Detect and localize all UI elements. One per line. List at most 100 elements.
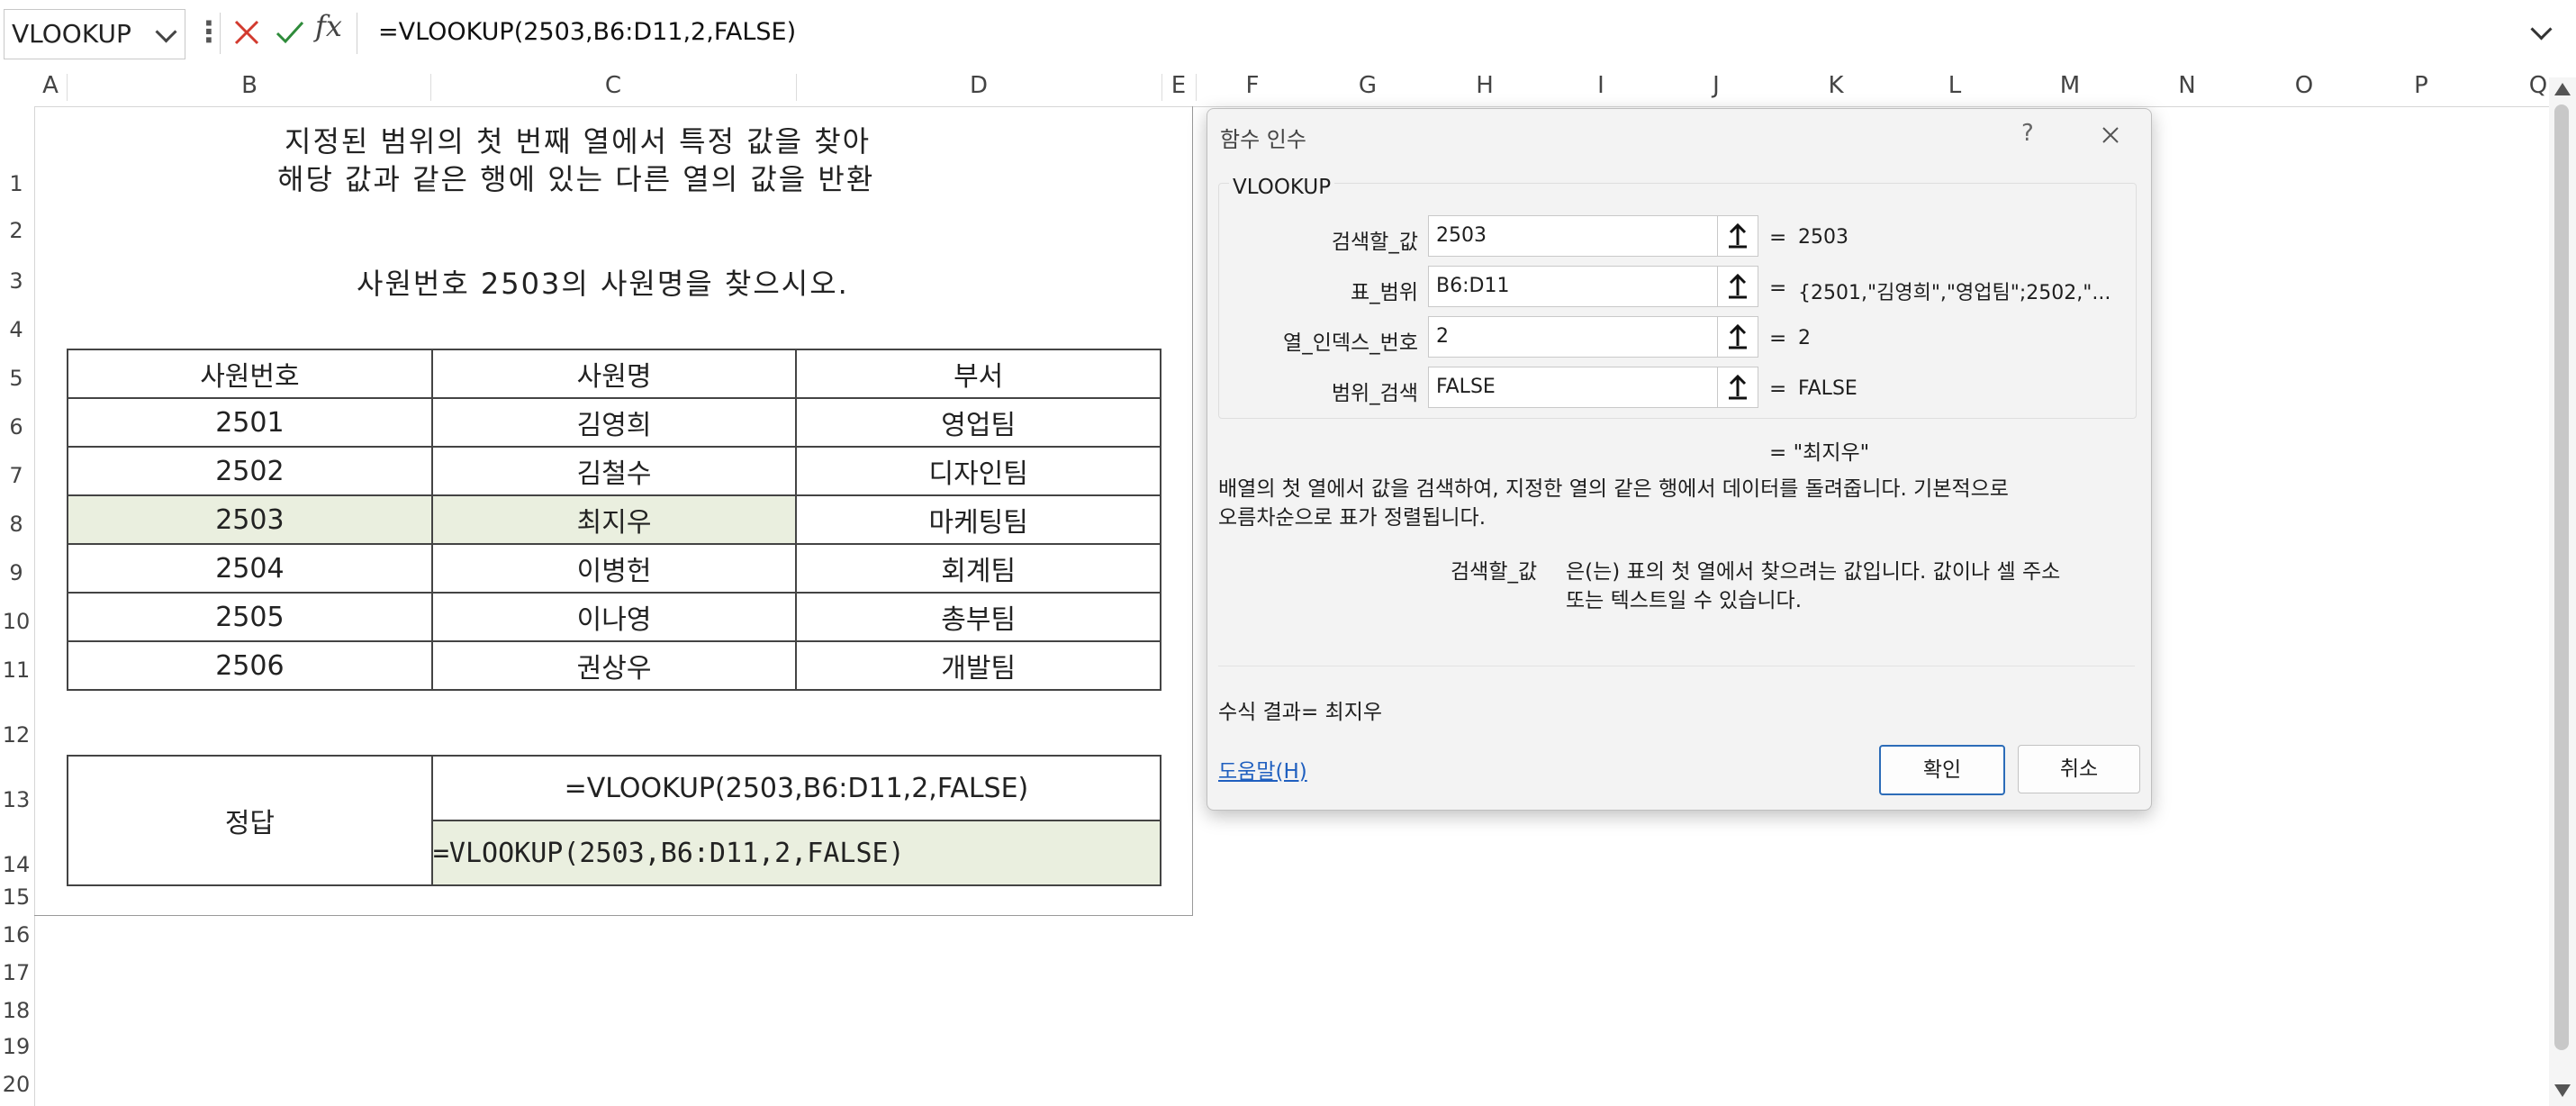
header-cell[interactable]: 사원명 [430,349,798,399]
dialog-title: 함수 인수 [1220,127,1306,152]
table-row: 2502 김철수 디자인팀 [67,446,1161,496]
column-header-e[interactable]: E [1165,72,1192,99]
row-header[interactable]: 6 [0,414,32,440]
column-header-l[interactable]: L [1941,72,1968,99]
table-cell[interactable]: 2502 [67,446,433,496]
column-header-o[interactable]: O [2291,72,2318,99]
row-header[interactable]: 15 [0,884,32,910]
header-cell[interactable]: 부서 [795,349,1161,399]
column-header-g[interactable]: G [1354,72,1381,99]
cancel-button[interactable]: 취소 [2018,745,2140,793]
table-cell[interactable]: 2504 [67,543,433,594]
expand-formula-bar-icon[interactable] [2530,18,2553,41]
row-header[interactable]: 16 [0,922,32,947]
chevron-down-icon[interactable] [155,21,177,43]
row-header[interactable]: 17 [0,960,32,985]
column-header-m[interactable]: M [2056,72,2083,99]
arg-label-range-lookup: 범위_검색 [1331,382,1418,405]
formula-input[interactable]: =VLOOKUP(2503,B6:D11,2,FALSE) [378,18,796,46]
table-header-row: 사원번호 사원명 부서 [67,349,1161,399]
row-header[interactable]: 9 [0,560,32,585]
column-header-b[interactable]: B [236,72,263,99]
arg-input-table-array[interactable]: B6:D11 [1428,266,1718,307]
column-header-a[interactable]: A [40,72,61,99]
help-icon[interactable]: ? [2021,120,2034,147]
table-cell[interactable]: 2501 [67,397,433,448]
row-header[interactable]: 10 [0,609,32,634]
table-cell[interactable]: 이나영 [430,592,798,642]
divider [430,74,431,101]
row-headers: 1 2 3 4 5 6 7 8 9 10 11 12 13 14 15 16 1… [0,106,35,1106]
table-cell[interactable]: 마케팅팀 [795,494,1161,545]
table-row-highlighted: 2503 최지우 마케팅팀 [67,494,1161,545]
check-icon[interactable] [272,14,308,50]
function-name: VLOOKUP [1229,176,1335,199]
table-cell[interactable]: 권상우 [430,640,798,691]
table-cell[interactable]: 김영희 [430,397,798,448]
table-cell[interactable]: 영업팀 [795,397,1161,448]
row-header[interactable]: 14 [0,852,32,877]
row-header[interactable]: 19 [0,1034,32,1059]
column-header-j[interactable]: J [1705,72,1727,99]
collapse-dialog-arrow-icon[interactable] [1717,367,1758,408]
active-cell-editing[interactable]: =VLOOKUP(2503,B6:D11,2,FALSE) [430,820,1162,886]
close-icon[interactable] [2095,120,2126,150]
column-header-q[interactable]: Q [2525,72,2552,99]
table-cell[interactable]: 2505 [67,592,433,642]
row-header[interactable]: 7 [0,463,32,488]
table-cell[interactable]: 2506 [67,640,433,691]
formula-bar: VLOOKUP ⋮ fx =VLOOKUP(2503,B6:D11,2,FALS… [0,0,2576,68]
arg-input-lookup-value[interactable]: 2503 [1428,215,1718,257]
row-header[interactable]: 2 [0,218,32,243]
column-header-f[interactable]: F [1239,72,1266,99]
table-cell[interactable]: 최지우 [430,494,798,545]
column-header-i[interactable]: I [1590,72,1612,99]
table-cell[interactable]: 김철수 [430,446,798,496]
column-header-c[interactable]: C [600,72,627,99]
help-link[interactable]: 도움말(H) [1218,754,1307,784]
table-cell[interactable]: 디자인팀 [795,446,1161,496]
ok-button[interactable]: 확인 [1879,745,2005,795]
row-header[interactable]: 12 [0,722,32,748]
table-cell[interactable]: 총부팀 [795,592,1161,642]
row-header[interactable]: 4 [0,317,32,342]
collapse-dialog-arrow-icon[interactable] [1717,215,1758,257]
table-cell[interactable]: 개발팀 [795,640,1161,691]
arg-input-col-index[interactable]: 2 [1428,316,1718,358]
row-header[interactable]: 18 [0,998,32,1023]
row-header[interactable]: 5 [0,366,32,391]
insert-function-icon[interactable]: fx [315,9,342,43]
arg-input-value: 2503 [1436,224,1487,247]
column-header-p[interactable]: P [2408,72,2435,99]
name-box[interactable]: VLOOKUP [4,9,185,59]
function-description-line-1: 배열의 첫 열에서 값을 검색하여, 지정한 열의 같은 행에서 데이터를 돌려… [1218,477,2009,501]
header-cell[interactable]: 사원번호 [67,349,433,399]
table-cell[interactable]: 2503 [67,494,433,545]
answer-formula-display[interactable]: =VLOOKUP(2503,B6:D11,2,FALSE) [430,755,1162,821]
scroll-down-icon[interactable] [2554,1084,2571,1097]
row-header[interactable]: 11 [0,657,32,683]
table-row: 2506 권상우 개발팀 [67,640,1161,691]
scroll-up-icon[interactable] [2554,83,2571,95]
collapse-dialog-arrow-icon[interactable] [1717,266,1758,307]
row-header[interactable]: 20 [0,1072,32,1097]
table-row: 2504 이병헌 회계팀 [67,543,1161,594]
row-header[interactable]: 1 [0,171,32,196]
column-header-n[interactable]: N [2174,72,2201,99]
column-header-d[interactable]: D [965,72,992,99]
column-header-h[interactable]: H [1471,72,1498,99]
row-header[interactable]: 3 [0,268,32,294]
table-cell[interactable]: 회계팀 [795,543,1161,594]
row-header[interactable]: 8 [0,512,32,537]
arg-help-line-2: 또는 텍스트일 수 있습니다. [1566,589,1803,612]
cancel-x-icon[interactable] [229,14,265,50]
vertical-scrollbar[interactable] [2549,77,2576,1106]
arg-input-range-lookup[interactable]: FALSE [1428,367,1718,408]
row-header[interactable]: 13 [0,787,32,812]
column-header-k[interactable]: K [1822,72,1849,99]
scrollbar-thumb[interactable] [2554,104,2569,1050]
arg-result-range-lookup: FALSE [1798,377,1857,400]
table-cell[interactable]: 이병헌 [430,543,798,594]
collapse-dialog-arrow-icon[interactable] [1717,316,1758,358]
answer-label[interactable]: 정답 [67,755,433,886]
